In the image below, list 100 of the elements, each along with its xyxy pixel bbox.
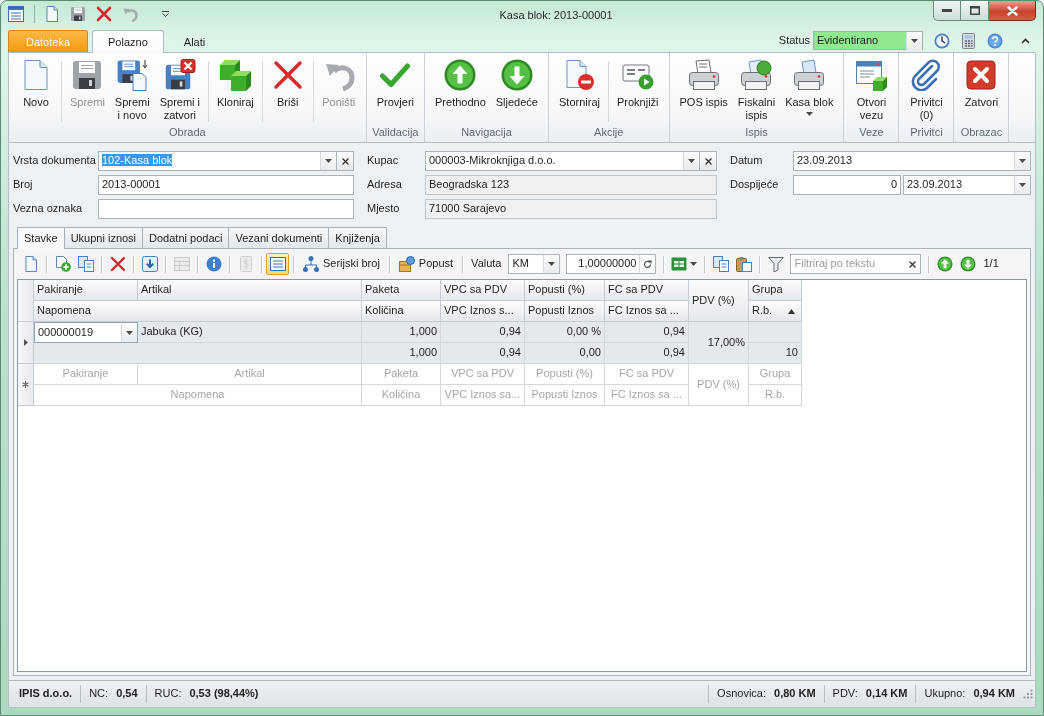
ribbon-button[interactable]: Otvori vezu [849,57,894,122]
number-field[interactable]: 0 [793,175,901,195]
dropdown-button[interactable] [906,31,922,50]
group-label: Validacija [371,125,419,140]
dropdown-button[interactable] [543,255,560,273]
cross-icon[interactable] [96,6,112,22]
text-field[interactable]: 2013-00001 [98,175,354,195]
date-field[interactable]: 23.09.2013 [793,151,1031,171]
tab[interactable]: Dodatni podaci [142,227,230,248]
column-header[interactable]: Napomena [34,301,362,322]
column-header[interactable]: Popusti (%) [525,280,605,301]
minimize-button[interactable] [933,1,961,21]
table-cell: 0,94 [605,322,689,343]
toolbar-button[interactable]: Popust [393,253,459,275]
dropdown-button[interactable] [683,152,699,170]
ribbon-button[interactable]: Provjeri [371,57,419,109]
package-icon [398,256,415,272]
ribbon-button[interactable]: Kloniraj [212,57,259,109]
ribbon-button[interactable]: Spremi i novo [109,57,155,122]
combo-field[interactable]: 000000019 [34,322,138,343]
caret-icon [325,159,332,163]
minimize-icon [942,9,952,12]
list-icon [269,256,286,272]
dropdown-button[interactable] [1014,152,1030,170]
caret-icon [548,262,556,266]
document-minus-icon [563,59,596,91]
ribbon-button[interactable]: Briši [265,57,310,109]
date-field[interactable]: 23.09.2013 [903,175,1031,195]
status-label: NC: [89,687,109,701]
tab[interactable]: Knjiženja [328,227,387,248]
dropdown-button[interactable] [121,323,137,342]
column-header[interactable]: VPC Iznos s... [441,301,525,322]
field-label: Mjesto [367,202,401,216]
group-label: Navigacija [460,125,513,140]
floppy-disk-cross-icon [163,59,196,91]
dropdown-button[interactable] [1014,176,1030,194]
ribbon-tab[interactable]: Polazno [92,30,164,53]
clock-icon[interactable] [934,32,950,49]
tab[interactable]: Vezani dokumenti [228,227,330,248]
collapse-icon[interactable] [1021,37,1030,44]
ribbon-button[interactable]: Spremi i zatvori [154,57,206,122]
ribbon-button[interactable]: Kasa blok [780,57,839,121]
column-header[interactable]: Artikal [138,280,362,301]
column-header[interactable]: FC Iznos sa ... [605,301,689,322]
ribbon-button[interactable]: Proknjiži [611,57,664,109]
field-label: Datum [730,154,764,168]
placeholder-cell: FC sa PDV [605,364,689,385]
toolbar-button[interactable] [266,253,289,275]
ribbon-button[interactable]: POS ispis [674,57,733,109]
status-text: IPIS d.o.o. [19,687,73,701]
chevron-down-icon[interactable] [162,11,169,17]
close-icon [1006,5,1018,16]
documents-icon [77,256,94,272]
maximize-icon [969,6,980,15]
close-button[interactable] [989,1,1036,21]
column-header[interactable]: Grupa [749,280,802,301]
record-counter: 1/1 [982,257,1000,271]
ribbon-button[interactable]: Prethodno [430,57,491,109]
ribbon-button[interactable]: Sljedeće [490,57,543,109]
column-header[interactable]: Pakiranje [34,280,138,301]
help-icon[interactable] [987,32,1003,49]
column-header[interactable]: FC sa PDV [605,280,689,301]
field-label: Vrsta dokumenta [13,154,97,168]
tab[interactable]: Stavke [17,227,65,249]
ribbon-button[interactable]: Fiskalni ispis [732,57,781,122]
column-header[interactable]: PDV (%) [689,280,749,322]
column-header[interactable]: Paketa [362,280,441,301]
field-label: Adresa [367,178,403,192]
document-icon[interactable] [44,6,60,22]
toolbar-button[interactable]: Serijski broj [298,253,385,275]
column-header[interactable]: Količina [362,301,441,322]
number-field[interactable]: 1,00000000 [566,254,657,274]
add-document-icon [54,256,71,272]
placeholder-cell: Artikal [138,364,362,385]
ribbon-button[interactable]: Privitci (0) [904,57,949,122]
field-label: Status [778,33,810,48]
table-icon[interactable] [8,6,24,22]
select-field[interactable]: KM [508,254,561,274]
ribbon-tab[interactable]: Alati [167,30,222,52]
combo-field[interactable]: 000003-Mikroknjiga d.o.o. [425,151,700,171]
ribbon-button[interactable]: Zatvori [959,57,1004,109]
ribbon-button[interactable]: Storniraj [554,57,605,109]
tab[interactable]: Ukupni iznosi [63,227,144,248]
ribbon-button[interactable]: Novo [14,57,58,109]
field-label: Kupac [367,154,400,168]
table-cell: 0,94 [441,322,525,343]
status-label: Ukupno: [924,687,966,701]
text-field[interactable] [98,199,354,219]
field-label: Broj [13,178,34,192]
clear-button[interactable] [700,151,717,171]
asterisk-icon [22,381,29,388]
status-select[interactable]: Evidentirano [813,31,923,50]
column-header[interactable]: Popusti Iznos [525,301,605,322]
calculator-icon[interactable] [962,32,975,49]
column-header[interactable]: VPC sa PDV [441,280,525,301]
clear-button[interactable] [337,151,354,171]
dropdown-button[interactable] [320,152,336,170]
column-header[interactable]: R.b. [749,301,802,322]
status-value: 0,94 KM [973,687,1015,701]
maximize-button[interactable] [961,1,989,21]
